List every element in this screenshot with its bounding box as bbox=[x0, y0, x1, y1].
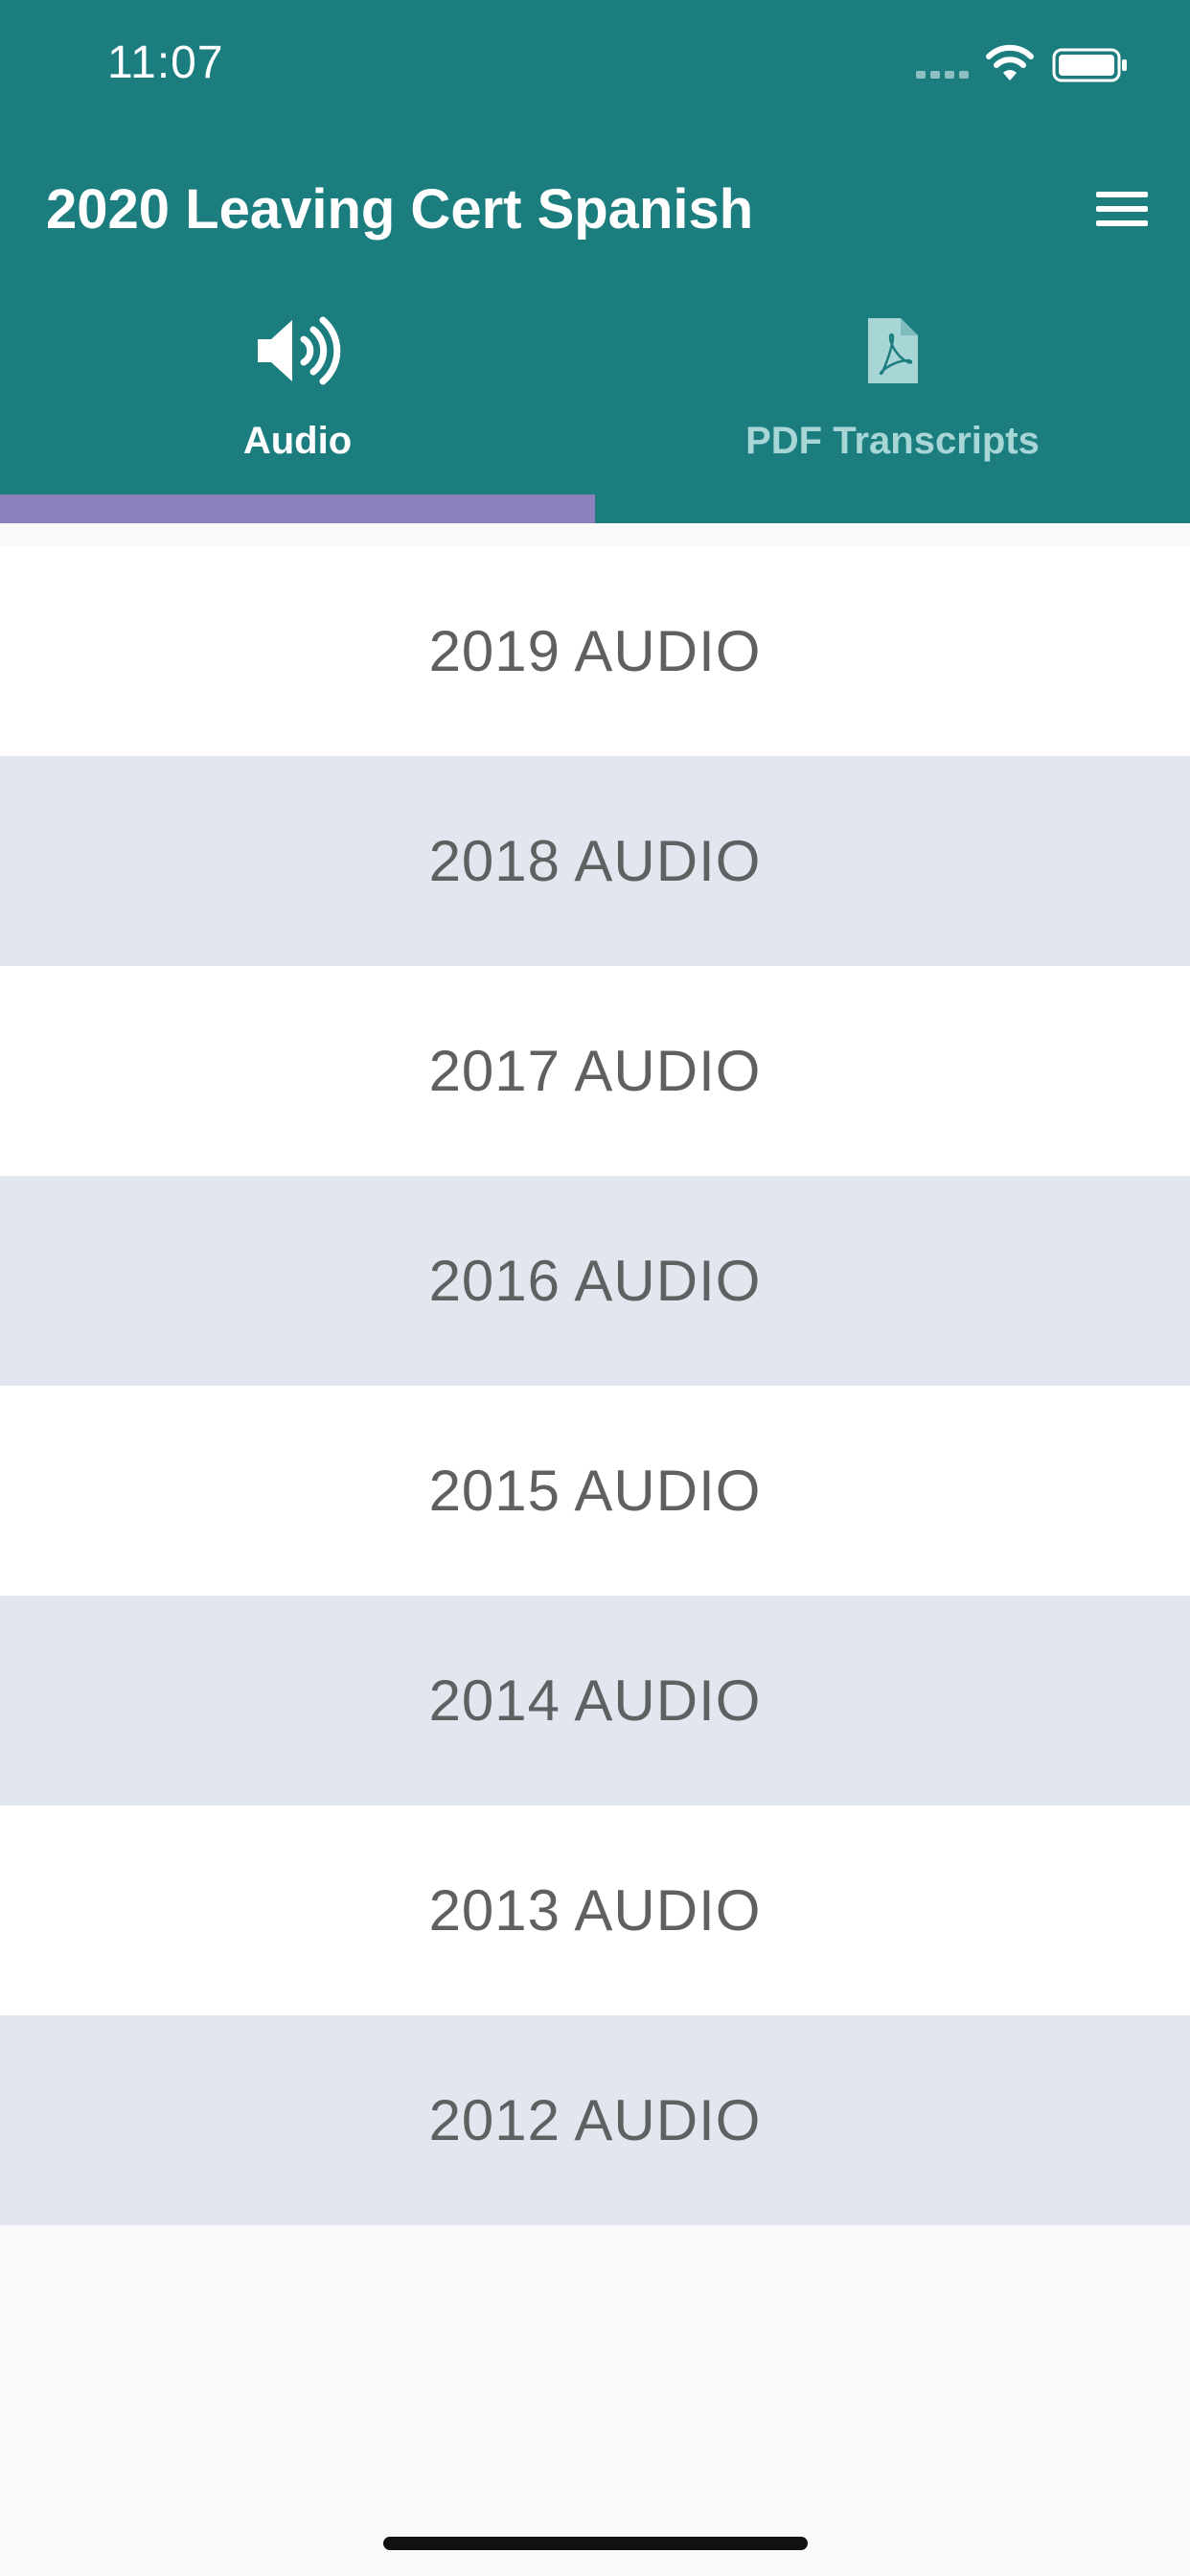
battery-icon bbox=[1052, 48, 1127, 82]
tab-pdf-transcripts[interactable]: PDF Transcripts bbox=[595, 297, 1190, 523]
list-item-2015-audio[interactable]: 2015 AUDIO bbox=[0, 1386, 1190, 1596]
tab-pdf-transcripts-label: PDF Transcripts bbox=[745, 420, 1040, 462]
list-item-label: 2016 AUDIO bbox=[428, 1249, 762, 1313]
list-item-label: 2014 AUDIO bbox=[428, 1668, 762, 1733]
audio-list: 2019 AUDIO 2018 AUDIO 2017 AUDIO 2016 AU… bbox=[0, 546, 1190, 2225]
tab-bar: Audio PDF Transcripts bbox=[0, 297, 1190, 523]
header: 11:07 2020 Leaving Cert Spanish Audio PD… bbox=[0, 0, 1190, 523]
list-item-2017-audio[interactable]: 2017 AUDIO bbox=[0, 966, 1190, 1176]
wifi-icon bbox=[986, 44, 1034, 80]
tab-audio[interactable]: Audio bbox=[0, 297, 595, 523]
list-item-label: 2018 AUDIO bbox=[428, 829, 762, 893]
status-time: 11:07 bbox=[107, 37, 224, 88]
list-item-label: 2012 AUDIO bbox=[428, 2088, 762, 2152]
list-item-label: 2013 AUDIO bbox=[428, 1878, 762, 1943]
speaker-icon bbox=[257, 316, 340, 385]
app-title: 2020 Leaving Cert Spanish bbox=[46, 178, 754, 241]
app-bar: 2020 Leaving Cert Spanish bbox=[0, 153, 1190, 268]
list-item-2018-audio[interactable]: 2018 AUDIO bbox=[0, 756, 1190, 966]
list-item-2019-audio[interactable]: 2019 AUDIO bbox=[0, 546, 1190, 756]
list-item-2016-audio[interactable]: 2016 AUDIO bbox=[0, 1176, 1190, 1386]
app-screen: 11:07 2020 Leaving Cert Spanish Audio PD… bbox=[0, 0, 1190, 2576]
status-bar: 11:07 bbox=[0, 0, 1190, 129]
cellular-signal-icon bbox=[916, 71, 969, 79]
list-item-label: 2015 AUDIO bbox=[428, 1459, 762, 1523]
list-item-2012-audio[interactable]: 2012 AUDIO bbox=[0, 2015, 1190, 2225]
list-item-2013-audio[interactable]: 2013 AUDIO bbox=[0, 1806, 1190, 2015]
list-item-2014-audio[interactable]: 2014 AUDIO bbox=[0, 1596, 1190, 1806]
tab-selection-indicator bbox=[0, 494, 595, 523]
tab-audio-label: Audio bbox=[242, 420, 353, 462]
pdf-file-icon bbox=[867, 318, 918, 383]
menu-button[interactable] bbox=[1088, 184, 1150, 238]
list-item-label: 2019 AUDIO bbox=[428, 619, 762, 683]
home-indicator bbox=[383, 2537, 808, 2550]
list-item-label: 2017 AUDIO bbox=[428, 1039, 762, 1103]
